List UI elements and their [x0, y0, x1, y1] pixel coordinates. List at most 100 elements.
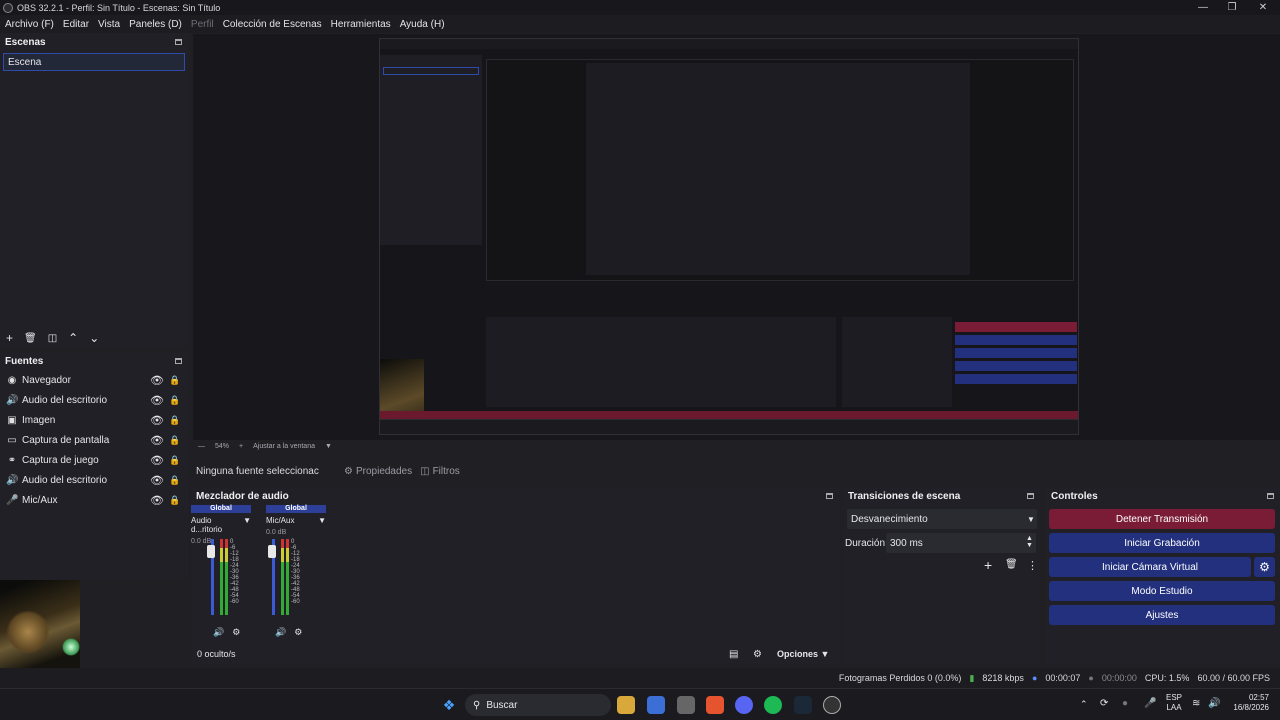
more-vertical-icon[interactable]: ⋮ [1027, 559, 1038, 572]
menu-herramientas[interactable]: Herramientas [331, 19, 391, 30]
scene-item[interactable]: Escena [3, 53, 185, 71]
virtual-camera-button[interactable]: Iniciar Cámara Virtual [1049, 557, 1251, 577]
chevron-up-icon[interactable]: ⌃ [1080, 699, 1088, 710]
fader-handle[interactable] [207, 545, 215, 558]
source-item[interactable]: 🔊 Audio del escritorio 👁 🔒 [0, 470, 188, 490]
lock-icon[interactable]: 🔒 [169, 415, 180, 426]
store-icon[interactable] [647, 696, 665, 714]
source-item[interactable]: ⚭ Captura de juego 👁 🔒 [0, 450, 188, 470]
settings-button[interactable]: Ajustes [1049, 605, 1275, 625]
volume-meter: 0 -6 -12 -18 -24 -30 -36 -42 -48 -54 -60 [267, 539, 305, 615]
trash-icon[interactable]: 🗑 [1005, 559, 1018, 570]
source-item[interactable]: ▣ Imagen 👁 🔒 [0, 410, 188, 430]
source-label: Navegador [22, 374, 71, 386]
lock-icon[interactable]: 🔒 [169, 435, 180, 446]
chevron-up-icon[interactable]: ⌃ [68, 331, 78, 345]
eye-icon[interactable]: 👁 [150, 454, 164, 467]
windows-start-icon[interactable]: ❖ [440, 696, 458, 714]
menu-archivo[interactable]: Archivo (F) [5, 19, 54, 30]
eye-icon[interactable]: 👁 [150, 494, 164, 507]
monitor-gear-icon[interactable]: ⚙ [294, 627, 302, 638]
record-tray-icon[interactable]: ● [1122, 698, 1128, 709]
undock-icon[interactable] [175, 39, 182, 45]
caret-down-icon[interactable]: ▼ [325, 443, 332, 450]
zoom-plus-icon[interactable]: + [239, 443, 243, 450]
trash-icon[interactable]: 🗑 [24, 333, 37, 344]
menu-perfil[interactable]: Perfil [191, 19, 214, 30]
undock-icon[interactable] [175, 358, 182, 364]
caret-down-icon[interactable]: ▼ [243, 516, 251, 534]
speaker-icon[interactable]: 🔊 [275, 627, 286, 638]
advanced-audio-icon[interactable]: ⚙ [753, 649, 762, 660]
speaker-icon[interactable]: 🔊 [213, 627, 224, 638]
undock-icon[interactable] [826, 493, 833, 499]
properties-button[interactable]: ⚙ Propiedades [344, 466, 412, 477]
eye-icon[interactable]: 👁 [150, 414, 164, 427]
source-item[interactable]: 🔊 Audio del escritorio 👁 🔒 [0, 390, 188, 410]
menu-editar[interactable]: Editar [63, 19, 89, 30]
undock-icon[interactable] [1267, 493, 1274, 499]
source-item[interactable]: 🎤 Mic/Aux 👁 🔒 [0, 490, 188, 510]
lock-icon[interactable]: 🔒 [169, 395, 180, 406]
transitions-dock: Transiciones de escena Desvanecimiento ▼… [843, 487, 1040, 664]
spotify-icon[interactable] [764, 696, 782, 714]
maximize-button[interactable]: ❐ [1215, 0, 1249, 15]
monitor-gear-icon[interactable]: ⚙ [232, 627, 240, 638]
speaker-icon: 🔊 [6, 394, 19, 406]
volume-icon[interactable]: 🔊 [1208, 698, 1220, 709]
fader-handle[interactable] [268, 545, 276, 558]
eye-icon[interactable]: 👁 [150, 474, 164, 487]
channel-header: Global [266, 505, 326, 513]
language-indicator[interactable]: ESP LAA [1166, 693, 1182, 713]
menu-ayuda[interactable]: Ayuda (H) [400, 19, 445, 30]
tray-icon[interactable]: ⟳ [1100, 698, 1108, 709]
status-bar: Fotogramas Perdidos 0 (0.0%) ▮ 8218 kbps… [0, 668, 1280, 688]
eye-icon[interactable]: 👁 [150, 374, 164, 387]
zoom-minus-icon[interactable]: — [198, 443, 205, 450]
menu-paneles[interactable]: Paneles (D) [129, 19, 182, 30]
stop-stream-button[interactable]: Detener Transmisión [1049, 509, 1275, 529]
chevron-down-icon[interactable]: ⌄ [89, 331, 99, 345]
studio-mode-button[interactable]: Modo Estudio [1049, 581, 1275, 601]
menu-vista[interactable]: Vista [98, 19, 120, 30]
layout-icon[interactable]: ▤ [729, 649, 738, 660]
discord-icon[interactable] [735, 696, 753, 714]
caret-down-icon[interactable]: ▼ [318, 516, 326, 525]
clock[interactable]: 02:57 16/8/2026 [1225, 693, 1269, 713]
eye-icon[interactable]: 👁 [150, 394, 164, 407]
brave-icon[interactable] [706, 696, 724, 714]
fps: 60.00 / 60.00 FPS [1197, 673, 1270, 683]
app-icon[interactable] [677, 696, 695, 714]
lock-icon[interactable]: 🔒 [169, 475, 180, 486]
filters-button[interactable]: ◫ Filtros [420, 466, 460, 477]
lock-icon[interactable]: 🔒 [169, 495, 180, 506]
gear-icon[interactable]: ⚙ [1254, 557, 1275, 577]
add-icon[interactable]: + [6, 331, 13, 345]
start-recording-button[interactable]: Iniciar Grabación [1049, 533, 1275, 553]
menu-coleccion[interactable]: Colección de Escenas [223, 19, 322, 30]
close-button[interactable]: ✕ [1246, 0, 1280, 15]
microphone-icon[interactable]: 🎤 [1144, 698, 1156, 709]
sources-title: Fuentes [5, 355, 44, 367]
taskbar-search[interactable]: ⚲ Buscar [465, 694, 611, 716]
undock-icon[interactable] [1027, 493, 1034, 499]
wifi-icon[interactable]: ≋ [1192, 698, 1200, 709]
lock-icon[interactable]: 🔒 [169, 375, 180, 386]
options-button[interactable]: Opciones ▼ [777, 649, 829, 659]
lock-icon[interactable]: 🔒 [169, 455, 180, 466]
transition-select[interactable]: Desvanecimiento ▼ [847, 509, 1037, 529]
obs-taskbar-icon[interactable] [823, 696, 841, 714]
add-icon[interactable]: + [984, 557, 992, 573]
spin-arrows-icon[interactable]: ▲ ▼ [1026, 535, 1033, 549]
steam-icon[interactable] [794, 696, 812, 714]
source-label: Imagen [22, 414, 56, 426]
source-item[interactable]: ▭ Captura de pantalla 👁 🔒 [0, 430, 188, 450]
search-icon: ⚲ [473, 699, 481, 711]
folder-icon[interactable] [617, 696, 635, 714]
zoom-fit[interactable]: Ajustar a la ventana [253, 443, 315, 450]
mixer-channel: Global Mic/Aux ▼ 0.0 dB [266, 505, 326, 536]
filter-icon[interactable]: ◫ [48, 333, 57, 344]
eye-icon[interactable]: 👁 [150, 434, 164, 447]
source-item[interactable]: ◉ Navegador 👁 🔒 [0, 370, 188, 390]
duration-input[interactable]: 300 ms ▲ ▼ [886, 533, 1036, 553]
